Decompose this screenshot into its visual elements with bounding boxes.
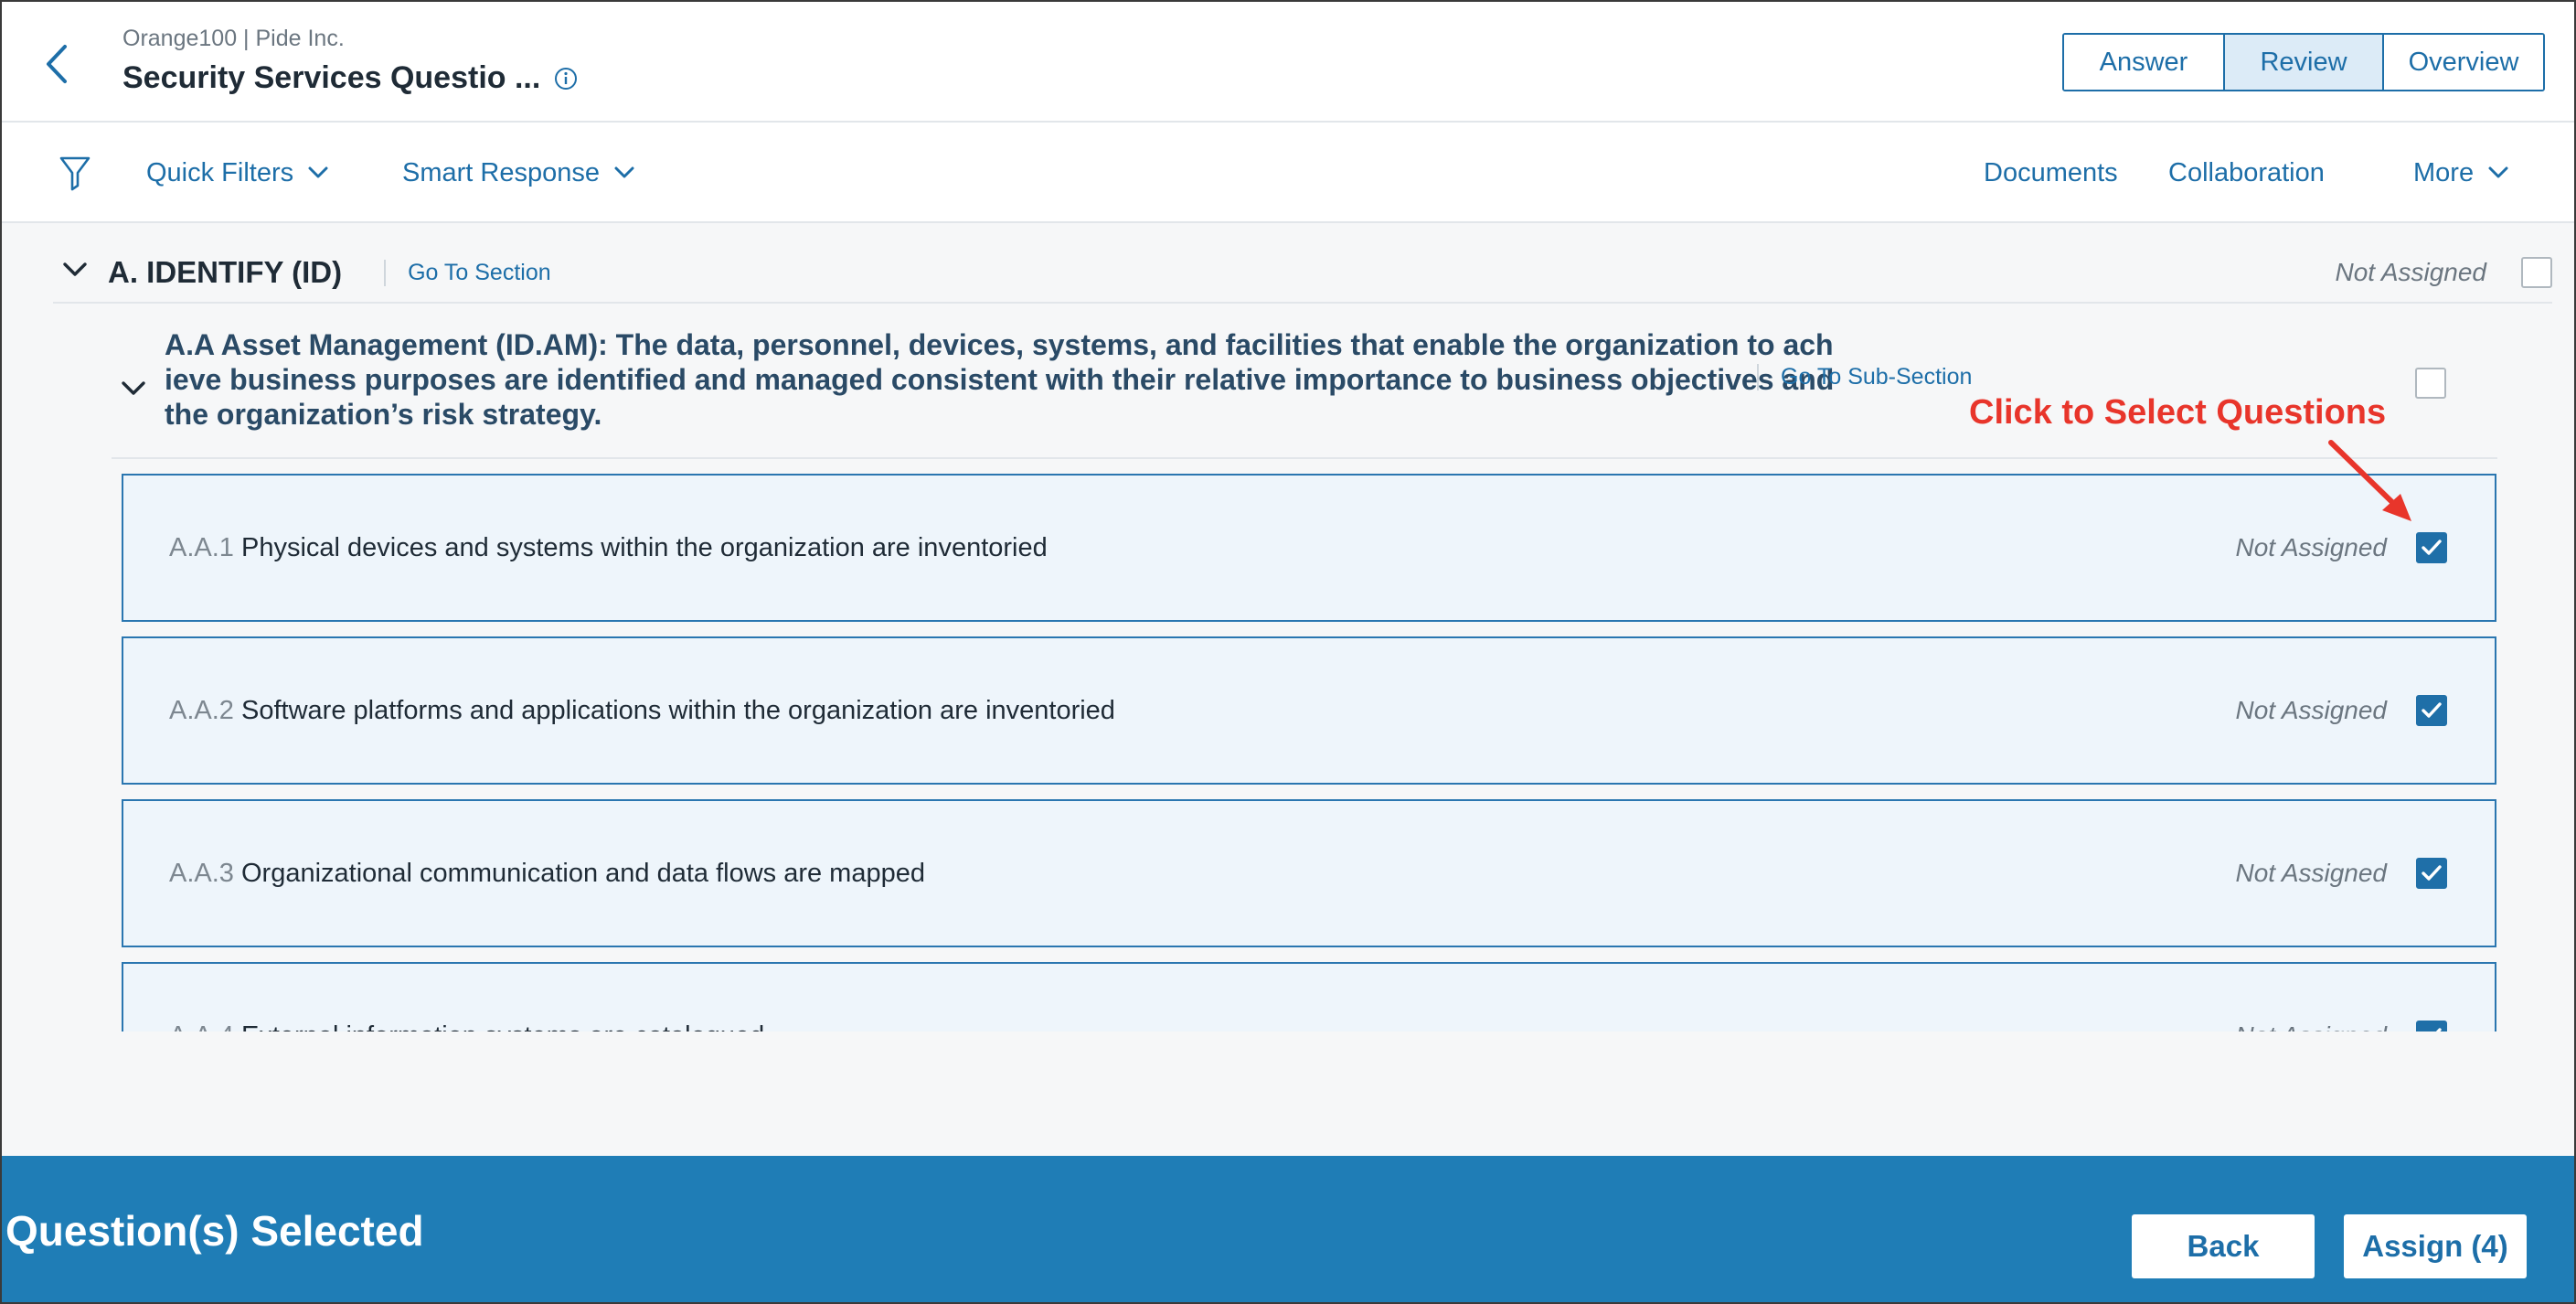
question-status: Not Assigned	[2235, 533, 2388, 561]
question-text: Organizational communication and data fl…	[241, 858, 925, 888]
quick-filters-label: Quick Filters	[146, 157, 294, 187]
tab-review[interactable]: Review	[2225, 35, 2384, 90]
back-arrow-icon[interactable]	[38, 37, 75, 91]
question-text-wrap: A.A.3 Organizational communication and d…	[169, 801, 925, 946]
annotation-callout: Click to Select Questions	[1969, 393, 2387, 432]
question-row[interactable]: A.A.2 Software platforms and application…	[122, 636, 2496, 785]
subsection-title: A.A Asset Management (ID.AM): The data, …	[165, 328, 1835, 431]
question-number: A.A.3	[169, 858, 234, 888]
info-icon[interactable]	[553, 66, 579, 91]
section-checkbox[interactable]	[2521, 257, 2552, 288]
go-to-subsection-link[interactable]: Go To Sub-Section	[1757, 364, 1972, 390]
go-to-section-link[interactable]: Go To Section	[384, 259, 551, 286]
question-list-area: A. IDENTIFY (ID) Go To Section Not Assig…	[2, 223, 2574, 1031]
back-button[interactable]: Back	[2132, 1214, 2315, 1278]
footer-title: Question(s) Selected	[5, 1207, 424, 1255]
question-row[interactable]: A.A.1 Physical devices and systems withi…	[122, 474, 2496, 622]
question-text-wrap: A.A.4 External information systems are c…	[169, 964, 764, 1032]
chevron-down-icon[interactable]	[62, 262, 88, 283]
breadcrumb: Orange100 | Pide Inc.	[122, 26, 345, 51]
checkmark-icon	[2422, 540, 2442, 555]
question-status: Not Assigned	[2235, 859, 2388, 887]
question-text-wrap: A.A.2 Software platforms and application…	[169, 638, 1115, 783]
chevron-down-icon	[614, 166, 634, 179]
top-header: Orange100 | Pide Inc. Security Services …	[2, 2, 2574, 123]
more-dropdown[interactable]: More	[2413, 150, 2508, 196]
question-checkbox[interactable]	[2416, 1021, 2447, 1031]
collaboration-link[interactable]: Collaboration	[2168, 150, 2325, 196]
question-status: Not Assigned	[2236, 1021, 2388, 1031]
toolbar: Quick Filters Smart Response Documents C…	[2, 123, 2574, 223]
app-window: Orange100 | Pide Inc. Security Services …	[0, 0, 2576, 1304]
selection-footer: Question(s) Selected Back Assign (4)	[2, 1156, 2574, 1302]
question-checkbox[interactable]	[2416, 532, 2447, 563]
question-number: A.A.2	[169, 695, 234, 725]
chevron-down-icon	[308, 166, 328, 179]
section-header: A. IDENTIFY (ID) Go To Section Not Assig…	[53, 243, 2552, 304]
tab-answer[interactable]: Answer	[2064, 35, 2225, 90]
section-status: Not Assigned	[2335, 258, 2487, 286]
chevron-down-icon	[2488, 166, 2508, 179]
chevron-down-icon[interactable]	[121, 380, 146, 401]
checkmark-icon	[2422, 702, 2442, 718]
question-status: Not Assigned	[2235, 696, 2388, 724]
section-title: A. IDENTIFY (ID)	[108, 255, 343, 289]
question-text: External information systems are catalog…	[241, 1021, 764, 1032]
assign-button[interactable]: Assign (4)	[2344, 1214, 2527, 1278]
documents-link[interactable]: Documents	[1984, 150, 2118, 196]
question-row[interactable]: A.A.3 Organizational communication and d…	[122, 799, 2496, 947]
spacer	[2, 1031, 2574, 1156]
question-checkbox[interactable]	[2416, 858, 2447, 889]
quick-filters-dropdown[interactable]: Quick Filters	[146, 150, 328, 196]
subsection-checkbox[interactable]	[2415, 368, 2446, 399]
mode-tabs: Answer Review Overview	[2062, 33, 2545, 91]
question-text-wrap: A.A.1 Physical devices and systems withi…	[169, 476, 1048, 620]
question-checkbox[interactable]	[2416, 695, 2447, 726]
question-text: Software platforms and applications with…	[241, 695, 1115, 725]
filter-icon[interactable]	[59, 150, 91, 196]
smart-response-dropdown[interactable]: Smart Response	[402, 150, 634, 196]
annotation-arrow-icon	[2328, 440, 2411, 521]
question-number: A.A.1	[169, 532, 234, 562]
question-text: Physical devices and systems within the …	[241, 532, 1048, 562]
tab-overview[interactable]: Overview	[2384, 35, 2543, 90]
more-label: More	[2413, 157, 2475, 187]
checkmark-icon	[2422, 865, 2442, 881]
title-row: Security Services Questio ...	[122, 60, 579, 96]
smart-response-label: Smart Response	[402, 157, 600, 187]
question-row[interactable]: A.A.4 External information systems are c…	[122, 962, 2496, 1031]
question-number: A.A.4	[169, 1021, 234, 1032]
page-title: Security Services Questio ...	[122, 60, 541, 95]
